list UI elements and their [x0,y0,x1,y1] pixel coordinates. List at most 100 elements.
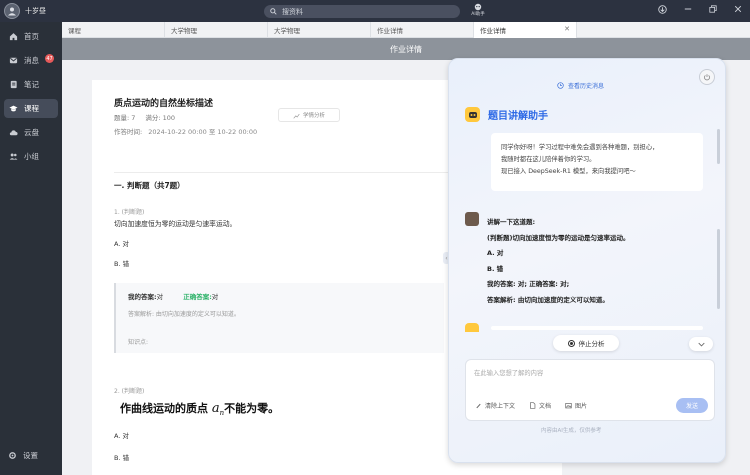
gear-icon [8,451,17,460]
streaming-reply [491,326,703,330]
tab-label: 作业详情 [377,27,403,35]
user-message-line: (判断题)切向加速度恒为零的运动是匀速率运动。 [487,233,630,242]
user-profile[interactable]: 十岁昼 [4,3,46,19]
view-history-link[interactable]: 查看历史消息 [557,81,604,90]
message-icon [9,56,18,65]
user-message-line: 我的答案: 对; 正确答案: 对; [487,280,570,288]
image-icon [565,403,572,409]
scroll-down-button[interactable] [689,337,713,351]
power-button[interactable] [699,69,715,85]
tab-label: 大学物理 [274,27,300,35]
chat-input[interactable] [474,366,706,380]
group-icon [9,152,18,161]
answer-box: 我的答案:对 正确答案:对 答案解析: 由切向加速度的定义可以知道。 知识点: [114,283,444,353]
tab-label: 作业详情 [480,27,506,35]
question-2-tag: 2. (判断题) [114,388,145,395]
correct-answer: 对 [211,293,219,301]
clear-context-button[interactable]: 清除上下文 [475,401,515,410]
minimize-icon[interactable] [681,5,694,17]
tab-physics-2[interactable]: 大学物理 [268,22,371,38]
welcome-line: 同学你好呀！学习过程中难免会遇到各种难题，别担心， [501,144,659,151]
homework-meta: 题量: 7 满分: 100 [114,112,175,122]
analysis-button-label: 学情分析 [302,113,325,119]
sidebar-item-settings[interactable]: 设置 [8,450,38,461]
tool-label: 图片 [575,403,588,410]
assistant-header: 题目讲解助手 [465,107,548,122]
restore-icon[interactable] [706,5,719,17]
question-1-tag: 1. (判断题) [114,209,145,216]
full-score: 满分: 100 [145,114,176,122]
ai-assistant-panel: 查看历史消息 题目讲解助手 同学你好呀！学习过程中难免会遇到各种难题，别担心， … [448,58,726,463]
question-2-text: 作曲线运动的质点 an不能为零。 [120,400,279,417]
tab-physics-1[interactable]: 大学物理 [165,22,268,38]
stop-icon [567,339,575,347]
question-count: 题量: 7 [114,114,136,122]
formula-variable: a [211,401,220,416]
user-message-line: 讲解一下这道题: [487,218,536,226]
question-2-option-b: B. 错 [114,454,130,462]
image-button[interactable]: 图片 [565,401,587,410]
tab-close-icon[interactable]: ✕ [564,25,570,33]
question-1-option-b: B. 错 [114,260,130,268]
settings-label: 设置 [23,451,38,460]
question-1-option-a: A. 对 [114,240,129,248]
stop-label: 停止分析 [578,340,605,348]
sidebar-item-courses[interactable]: 课程 [4,99,58,118]
app-window: 十岁昼 搜资料 AI助手 首页 消息 47 笔记 课程 云盘 小组 设置 课程 … [0,0,750,475]
user-message-line: A. 对 [487,249,504,257]
user-message-line: 答案解析: 由切向加速度的定义可以知道。 [487,295,609,304]
tab-homework-1[interactable]: 作业详情 [371,22,474,38]
answer-explanation: 答案解析: 由切向加速度的定义可以知道。 [128,311,240,318]
sidebar-item-notes[interactable]: 笔记 [4,75,58,94]
answer-row: 我的答案:对 正确答案:对 [128,291,218,301]
sidebar-item-cloud[interactable]: 云盘 [4,123,58,142]
power-icon [704,74,710,81]
question-2-text-after: 不能为零。 [224,402,280,415]
section-title: 一. 判断题（共7题） [114,181,185,190]
tool-label: 文档 [539,403,552,410]
user-message-line: B. 错 [487,264,504,273]
clock-icon [557,82,564,89]
welcome-line: 我随时都在这儿陪伴着你的学习。 [501,156,596,163]
avatar[interactable] [4,3,20,19]
tab-courses[interactable]: 课程 [62,22,165,38]
send-button[interactable]: 发送 [676,398,708,413]
sidebar-item-groups[interactable]: 小组 [4,147,58,166]
note-icon [9,80,18,89]
welcome-scrollbar[interactable] [717,129,720,164]
ai-disclaimer: 内容由AI生成，仅供参考 [541,428,602,434]
input-toolbar: 清除上下文 文档 图片 [475,401,587,410]
chat-scrollbar[interactable] [717,229,720,309]
tab-homework-detail[interactable]: 作业详情 ✕ [474,22,577,38]
time-value: 2024-10-22 00:00 至 10-22 00:00 [148,128,258,136]
welcome-message: 同学你好呀！学习过程中难免会遇到各种难题，别担心， 我随时都在这儿陪伴着你的学习… [491,133,703,191]
tab-label: 课程 [68,27,81,35]
user-message-avatar [465,212,479,226]
chart-icon [293,113,300,119]
sidebar-item-messages[interactable]: 消息 47 [4,51,58,70]
cloud-icon [9,128,18,137]
page-title: 作业详情 [62,38,750,60]
tab-label: 大学物理 [171,27,197,35]
unread-badge: 47 [45,54,54,63]
history-label: 查看历史消息 [568,83,605,90]
top-bar: 十岁昼 搜资料 AI助手 [0,0,750,22]
close-icon[interactable] [731,5,744,17]
homework-time: 作答时间: 2024-10-22 00:00 至 10-22 00:00 [114,126,257,136]
my-answer-label: 我的答案: [128,293,157,301]
stop-analysis-button[interactable]: 停止分析 [553,335,619,351]
tab-bar: 课程 大学物理 大学物理 作业详情 作业详情 ✕ [62,22,750,38]
analysis-button[interactable]: 学情分析 [278,108,340,122]
document-button[interactable]: 文档 [529,401,551,410]
search-bar[interactable]: 搜资料 [264,5,460,18]
sidebar-item-home[interactable]: 首页 [4,27,58,46]
chevron-down-icon [697,342,705,347]
homework-title: 质点运动的自然坐标描述 [114,99,214,109]
question-1-text: 切向加速度恒为零的运动是匀速率运动。 [114,220,237,228]
time-label: 作答时间: [114,128,143,136]
download-icon[interactable] [656,5,669,17]
chat-input-box: 清除上下文 文档 图片 发送 [465,359,715,421]
ai-assistant-button[interactable]: AI助手 [470,3,486,17]
my-answer: 对 [156,293,164,301]
correct-answer-label: 正确答案: [183,293,212,301]
